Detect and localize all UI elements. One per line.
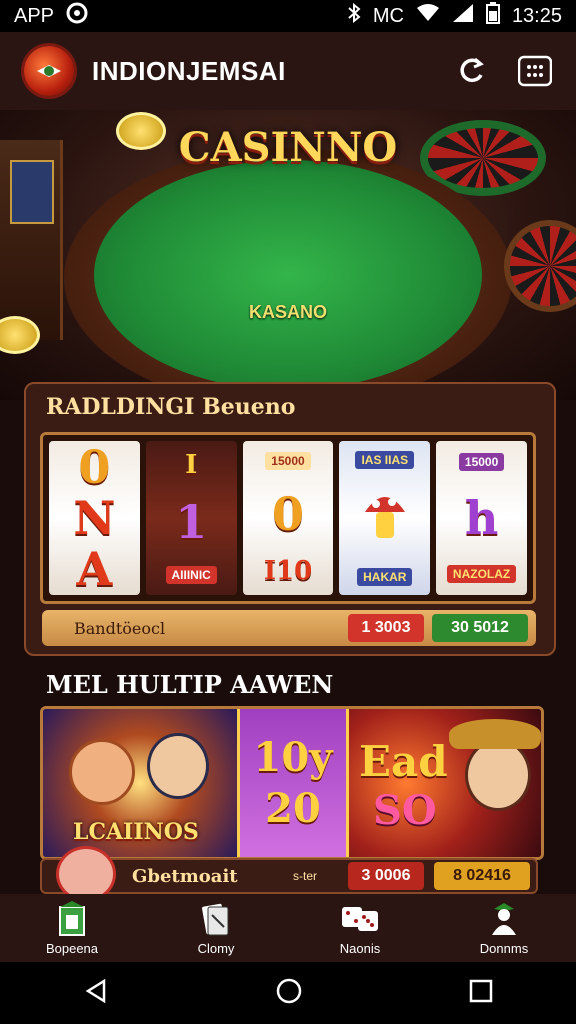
slot-reel: 15000 h NAZOLAZ	[436, 441, 527, 595]
notification-icon	[66, 2, 88, 30]
reel-symbol: N	[73, 490, 116, 545]
nav-item-clomy[interactable]: Clomy	[166, 901, 266, 956]
bottom-navigation: Bopeena Clomy Naonis Donnms	[0, 894, 576, 962]
reel-label: AIIINIC	[165, 566, 217, 585]
home-icon	[276, 978, 302, 1003]
slot-reel: IAS IIAS HAKAR	[339, 441, 431, 595]
grid-icon	[518, 55, 552, 87]
slot-reels[interactable]: 0 N A I 1 AIIINIC 15000 0 I10 IAS IIAS H…	[40, 432, 536, 604]
mushroom-symbol-icon	[360, 488, 410, 549]
home-button[interactable]	[275, 977, 303, 1010]
app-bar: INDIONJEMSAI	[0, 32, 576, 110]
roulette-wheel-image	[504, 220, 576, 312]
building-icon	[59, 900, 85, 936]
status-app-label: APP	[14, 4, 55, 27]
status-carrier: MC	[372, 4, 404, 27]
reel-label: NAZOLAZ	[446, 565, 517, 583]
menu-grid-button[interactable]	[518, 54, 552, 88]
reel-symbol: 0	[271, 486, 304, 541]
bluetooth-icon	[347, 2, 361, 29]
battery-icon	[485, 2, 500, 30]
slots-red-value[interactable]: 1 3003	[348, 614, 424, 642]
recents-icon	[469, 979, 492, 1002]
nav-label: Clomy	[197, 940, 235, 956]
back-button[interactable]	[82, 977, 110, 1010]
multiplayer-info-label: Gbetmoait	[132, 865, 238, 887]
person-icon	[492, 902, 516, 935]
slots-info-label: Bandtöeocl	[74, 618, 166, 638]
poker-table-felt	[94, 160, 482, 390]
promo-right-image: Ead SO	[349, 709, 541, 857]
multiplayer-section-title: MEL HULTIP AAWEN	[46, 670, 334, 699]
promo-right-top: Ead	[359, 737, 448, 786]
reel-symbol: 1	[175, 494, 208, 549]
refresh-icon	[460, 57, 484, 83]
slot-reel: I 1 AIIINIC	[145, 441, 237, 595]
status-time: 13:25	[511, 4, 562, 27]
recents-button[interactable]	[468, 978, 494, 1009]
reel-symbol: A	[76, 542, 113, 595]
dice-icon	[342, 906, 378, 931]
reel-label: IAS IIAS	[355, 450, 415, 469]
nav-item-naonis[interactable]: Naonis	[310, 901, 410, 956]
signal-icon	[452, 3, 474, 29]
back-icon	[85, 978, 106, 1003]
reel-symbol: I10	[263, 556, 313, 587]
promo-mid-bottom: 20	[265, 785, 321, 832]
multiplayer-red-value[interactable]: 3 0006	[348, 862, 424, 890]
nav-item-donnms[interactable]: Donnms	[454, 901, 554, 956]
hero-subtitle: KASANO	[248, 302, 327, 322]
nav-item-bopeena[interactable]: Bopeena	[22, 900, 122, 956]
reel-label: HAKAR	[357, 567, 413, 586]
reel-label: 15000	[265, 451, 311, 470]
promo-mid-panel: 10y 20	[237, 709, 349, 857]
promo-left-image: LCAIINOS	[43, 709, 237, 857]
slot-reel: 0 N A	[49, 441, 140, 595]
reel-symbol: I	[185, 449, 198, 480]
wifi-icon	[416, 4, 440, 28]
promo-banner[interactable]: LCAIINOS 10y 20 Ead SO	[40, 706, 544, 860]
nav-label: Donnms	[479, 940, 529, 956]
reel-label: 15000	[458, 453, 505, 471]
app-title: INDIONJEMSAI	[92, 55, 286, 86]
multiplayer-gold-value[interactable]: 8 02416	[434, 862, 530, 890]
status-bar: APP MC 13:25	[0, 0, 576, 32]
promo-mid-top: 10y	[253, 734, 333, 781]
nav-label: Naonis	[339, 940, 381, 956]
refresh-button[interactable]	[454, 54, 488, 88]
slots-section-title: RADLDINGI Beueno	[46, 394, 296, 420]
system-navigation-bar	[0, 962, 576, 1024]
app-logo[interactable]	[24, 46, 74, 96]
slots-green-value[interactable]: 30 5012	[432, 614, 528, 642]
nav-label: Bopeena	[45, 940, 99, 956]
slot-reel: 15000 0 I10	[242, 441, 334, 595]
reel-symbol: h	[464, 491, 499, 545]
hero-title: CASINNO	[178, 124, 398, 171]
cowboy-hat-icon	[449, 719, 541, 749]
reel-symbol: 0	[78, 441, 111, 494]
multiplayer-info-mid: s-ter	[293, 869, 317, 883]
promo-left-label: LCAIINOS	[73, 819, 199, 845]
cards-icon	[202, 903, 229, 935]
multiplayer-info-bar: Gbetmoait s-ter 3 0006 8 02416	[40, 846, 538, 902]
slots-info-bar: Bandtöeocl 1 3003 30 5012	[42, 610, 536, 646]
promo-right-bottom: SO	[373, 787, 437, 834]
